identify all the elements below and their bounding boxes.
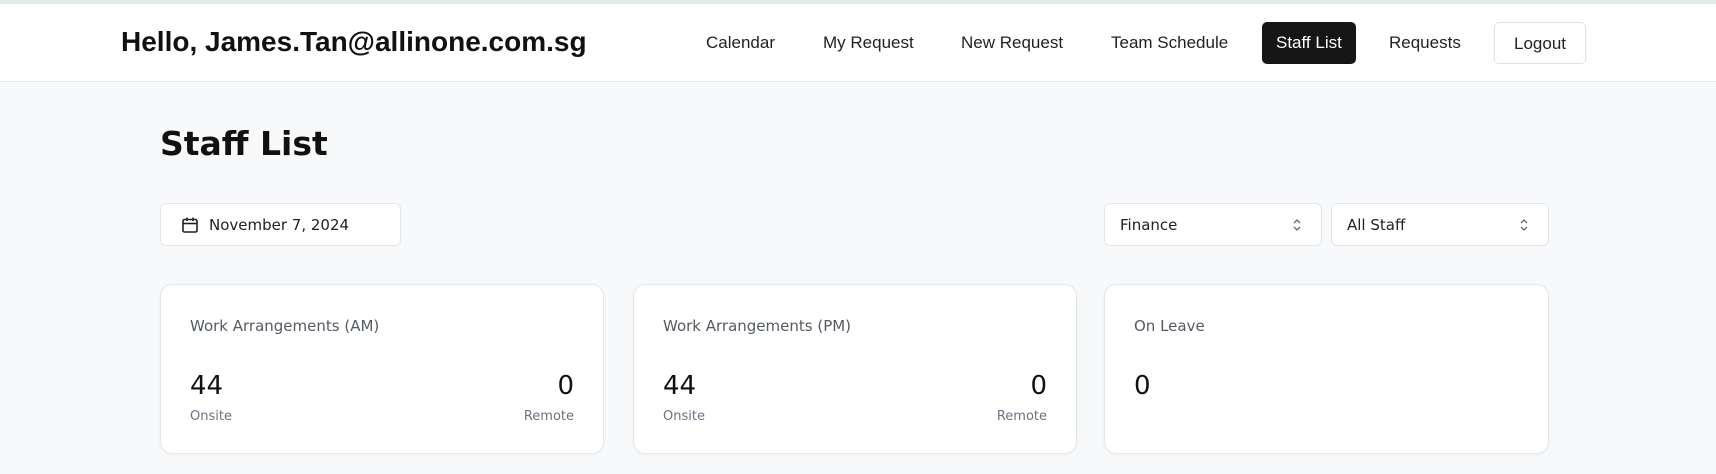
department-select[interactable]: Finance (1104, 203, 1322, 246)
nav-calendar[interactable]: Calendar (706, 22, 775, 64)
am-arrangements-card: Work Arrangements (AM) 44 Onsite 0 Remot… (160, 284, 604, 454)
selected-date: November 7, 2024 (209, 215, 350, 234)
card-title: On Leave (1134, 317, 1205, 335)
top-navbar: Hello, James.Tan@allinone.com.sg Calenda… (0, 4, 1716, 82)
staff-scope-select[interactable]: All Staff (1331, 203, 1549, 246)
card-title: Work Arrangements (PM) (663, 317, 852, 335)
on-leave-card: On Leave 0 (1104, 284, 1549, 454)
onsite-label: Onsite (190, 409, 232, 424)
page-title: Staff List (160, 124, 328, 163)
remote-count: 0 (1030, 371, 1047, 401)
greeting-text: Hello, James.Tan@allinone.com.sg (121, 26, 587, 57)
remote-count: 0 (557, 371, 574, 401)
logout-button[interactable]: Logout (1494, 22, 1586, 64)
nav-my-request[interactable]: My Request (823, 22, 914, 64)
onsite-count: 44 (190, 371, 224, 401)
nav-team-schedule[interactable]: Team Schedule (1111, 22, 1228, 64)
chevron-up-down-icon (1292, 216, 1302, 234)
department-value: Finance (1120, 215, 1178, 234)
remote-label: Remote (996, 409, 1047, 424)
nav-new-request[interactable]: New Request (961, 22, 1063, 64)
calendar-icon (181, 216, 199, 234)
onsite-label: Onsite (663, 409, 705, 424)
nav-staff-list[interactable]: Staff List (1262, 22, 1356, 64)
chevron-up-down-icon (1519, 216, 1529, 234)
nav-requests[interactable]: Requests (1389, 22, 1461, 64)
staff-scope-value: All Staff (1347, 215, 1406, 234)
pm-arrangements-card: Work Arrangements (PM) 44 Onsite 0 Remot… (633, 284, 1077, 454)
on-leave-count: 0 (1134, 371, 1151, 401)
onsite-count: 44 (663, 371, 697, 401)
card-title: Work Arrangements (AM) (190, 317, 380, 335)
remote-label: Remote (523, 409, 574, 424)
date-picker-button[interactable]: November 7, 2024 (160, 203, 401, 246)
